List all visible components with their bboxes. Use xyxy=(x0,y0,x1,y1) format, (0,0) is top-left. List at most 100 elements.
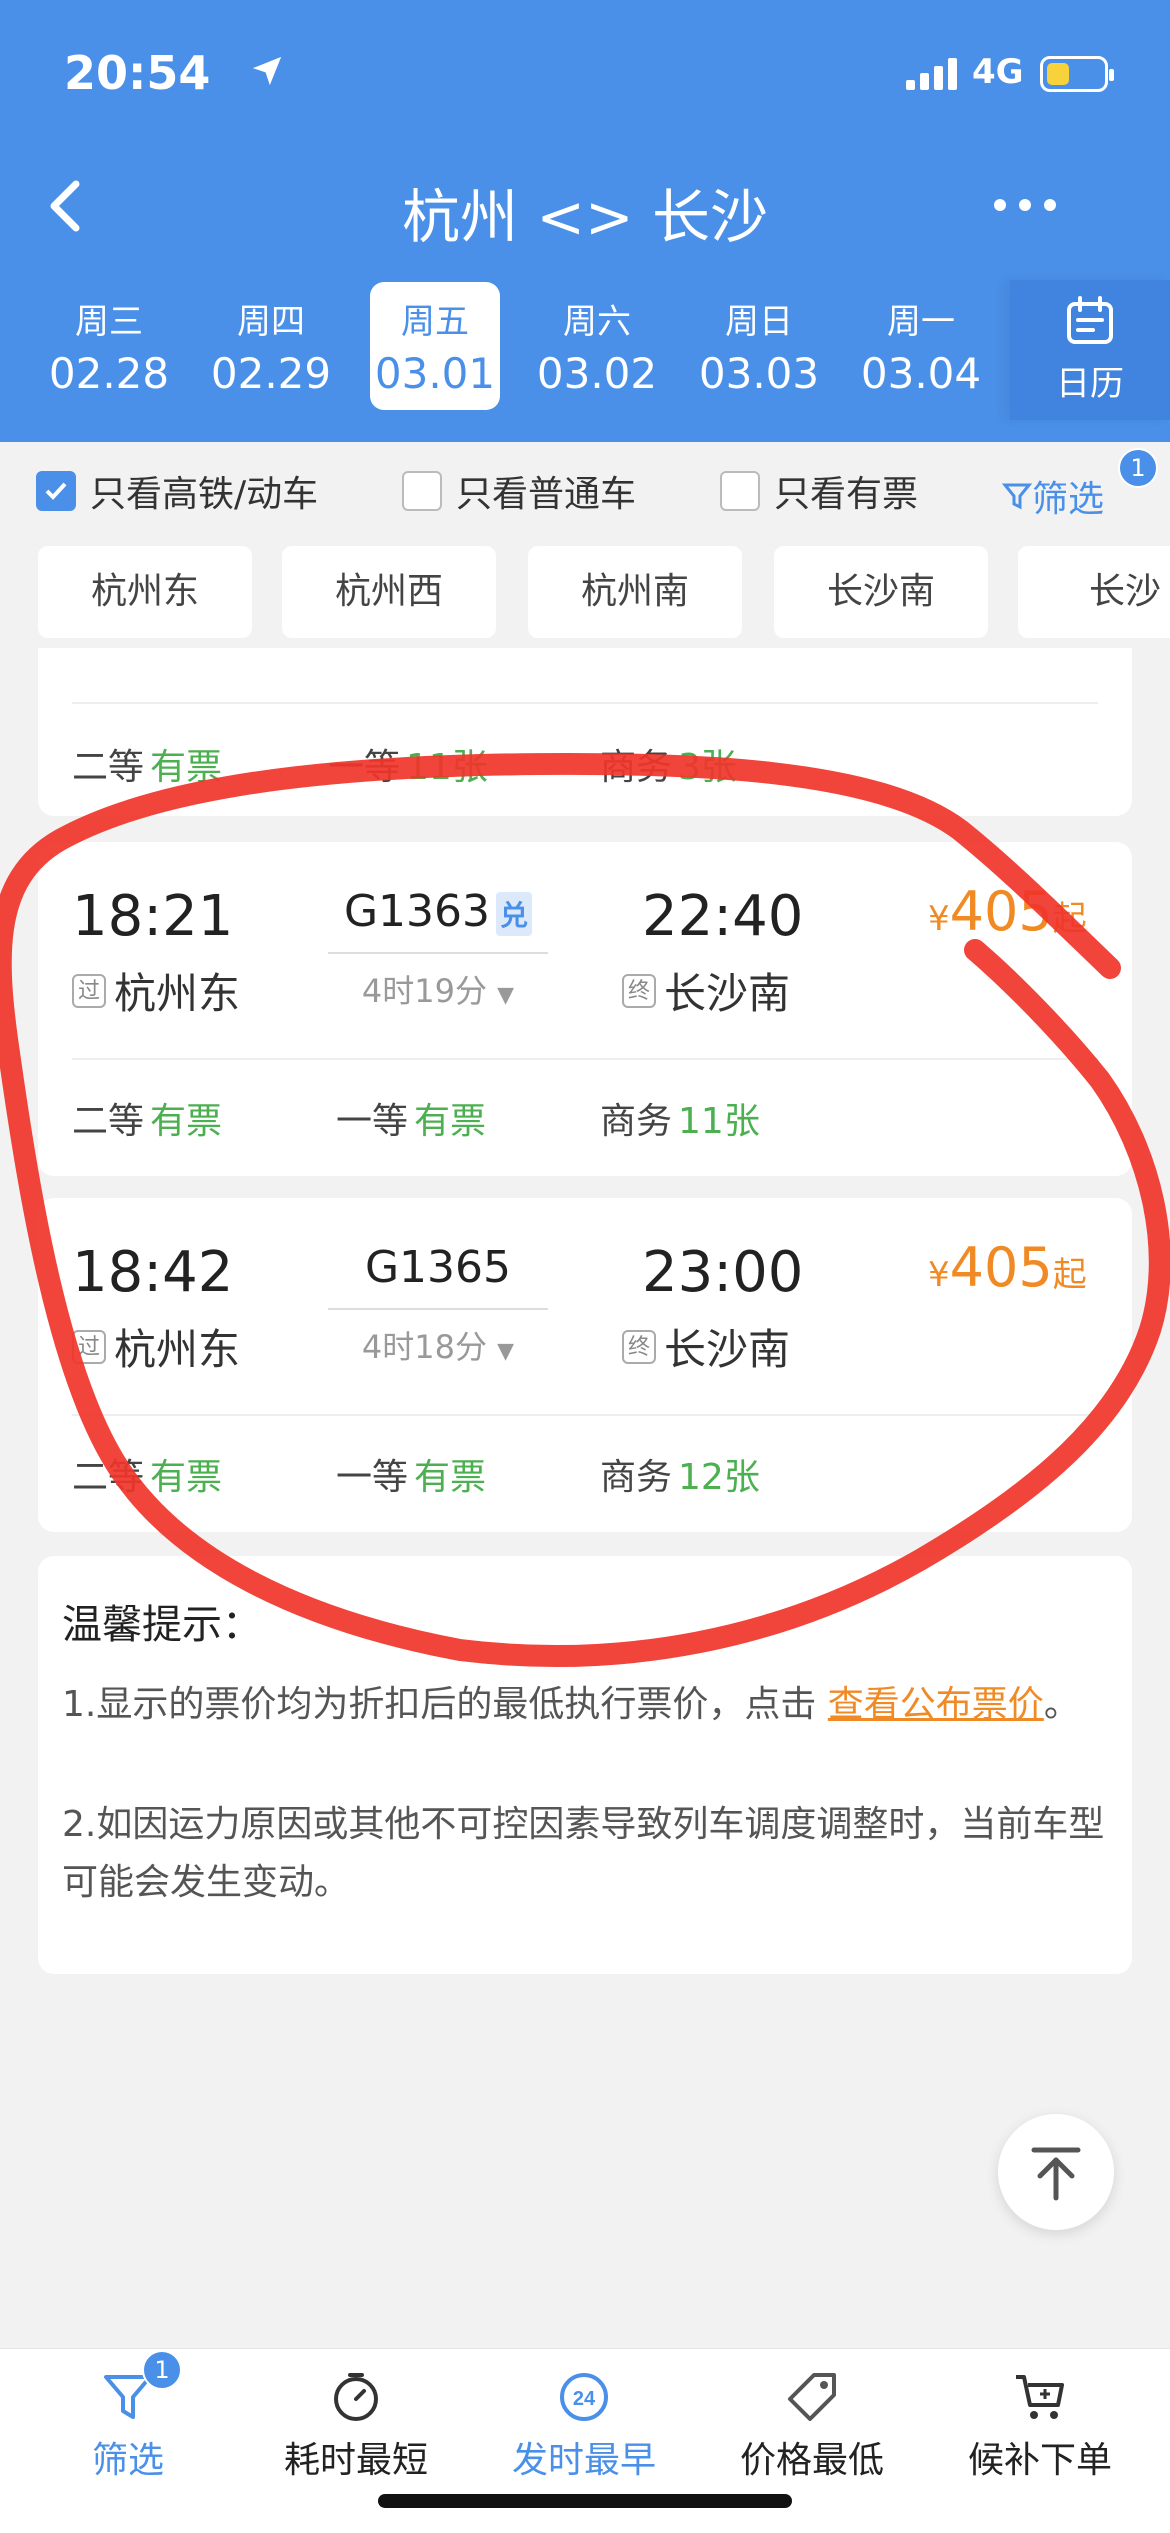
departure-station: 过杭州东 xyxy=(72,1316,240,1377)
departure-station: 过杭州东 xyxy=(72,960,240,1021)
status-bar: 20:54 4G xyxy=(0,0,1170,150)
filter-tab[interactable]: 筛选 xyxy=(28,2369,228,2483)
filter-label: 筛选 xyxy=(1032,479,1105,520)
date-value: 02.28 xyxy=(48,349,170,398)
available-only-checkbox[interactable]: 只看有票 xyxy=(720,466,918,516)
high-speed-checkbox[interactable]: 只看高铁/动车 xyxy=(36,466,318,516)
filter-button[interactable]: 筛选 xyxy=(1002,470,1104,522)
tips-line-1: 1.显示的票价均为折扣后的最低执行票价，点击 查看公布票价。 xyxy=(62,1684,1080,1725)
shortest-duration-label: 耗时最短 xyxy=(283,2440,428,2481)
high-speed-label: 只看高铁/动车 xyxy=(90,474,319,515)
lowest-price-tab[interactable]: 价格最低 xyxy=(712,2369,912,2483)
duration[interactable]: 4时19分 ▼ xyxy=(328,966,548,1012)
seat-second-class: 二等 有票 xyxy=(72,1101,223,1142)
seat-second-class: 二等 有票 xyxy=(72,747,223,788)
duration-line xyxy=(328,952,548,954)
earliest-departure-label: 发时最早 xyxy=(511,2440,656,2481)
station-chip[interactable]: 杭州东 xyxy=(38,546,252,638)
pass-through-tag: 过 xyxy=(72,973,106,1008)
date-value: 03.02 xyxy=(536,349,658,398)
pass-through-tag: 过 xyxy=(72,1329,106,1364)
price: ¥405起 xyxy=(928,1236,1087,1299)
checkbox-icon xyxy=(720,471,760,511)
date-weekday: 周一 xyxy=(887,302,955,342)
seat-business-class: 商务 3张 xyxy=(600,747,737,788)
price: ¥405起 xyxy=(928,880,1087,943)
terminal-tag: 终 xyxy=(622,1329,656,1364)
date-weekday: 周日 xyxy=(725,302,793,342)
seat-second-class: 二等 有票 xyxy=(72,1457,223,1498)
station-chip[interactable]: 长沙南 xyxy=(774,546,988,638)
card-divider xyxy=(72,1414,1098,1416)
checkbox-icon xyxy=(402,471,442,511)
filter-row: 只看高铁/动车 只看普通车 只看有票 筛选 xyxy=(0,442,1170,542)
seat-first-class: 一等 有票 xyxy=(336,1457,487,1498)
normal-train-checkbox[interactable]: 只看普通车 xyxy=(402,466,636,516)
station-chips: 杭州东 杭州西 杭州南 长沙南 长沙 xyxy=(0,546,1170,642)
arrival-station: 终长沙南 xyxy=(622,960,790,1021)
earliest-departure-tab[interactable]: 24 发时最早 xyxy=(484,2369,684,2483)
bottom-filter-count-badge: 1 xyxy=(142,2350,182,2390)
arrival-station: 终长沙南 xyxy=(622,1316,790,1377)
date-strip: 周三 02.28 周四 02.29 周五 03.01 周六 03.02 周日 03.03 … xyxy=(0,280,1170,420)
chevron-down-icon: ▼ xyxy=(497,1339,515,1364)
date-item-selected[interactable]: 周五 03.01 xyxy=(370,282,500,410)
waitlist-order-tab[interactable]: 候补下单 xyxy=(940,2369,1140,2483)
waitlist-order-label: 候补下单 xyxy=(967,2440,1112,2481)
filter-tab-label: 筛选 xyxy=(91,2440,164,2481)
date-item[interactable]: 周三 02.28 xyxy=(44,282,174,410)
location-arrow-icon xyxy=(252,56,282,86)
station-chip[interactable]: 杭州西 xyxy=(282,546,496,638)
duration-line xyxy=(328,1308,548,1310)
status-time: 20:54 xyxy=(64,46,211,100)
train-number: G1363 兑 xyxy=(328,886,548,937)
train-card-partial[interactable]: 二等 有票 一等 11张 商务 3张 xyxy=(38,648,1132,816)
signal-icon xyxy=(906,58,957,90)
tips-title: 温馨提示： xyxy=(62,1602,262,1648)
station-chip[interactable]: 长沙 xyxy=(1018,546,1170,638)
date-value: 03.03 xyxy=(698,349,820,398)
published-fare-link[interactable]: 查看公布票价 xyxy=(828,1684,1044,1725)
date-item[interactable]: 周日 03.03 xyxy=(694,282,824,410)
station-chip[interactable]: 杭州南 xyxy=(528,546,742,638)
network-type: 4G xyxy=(972,52,1024,92)
redeem-badge: 兑 xyxy=(496,892,533,936)
date-value: 03.01 xyxy=(374,349,496,398)
lowest-price-label: 价格最低 xyxy=(739,2440,884,2481)
tips-card: 温馨提示： 1.显示的票价均为折扣后的最低执行票价，点击 查看公布票价。 2.如… xyxy=(38,1556,1132,1974)
seat-first-class: 一等 有票 xyxy=(336,1101,487,1142)
date-value: 02.29 xyxy=(210,349,332,398)
train-card[interactable]: 18:42 过杭州东 G1365 4时18分 ▼ 23:00 终长沙南 ¥405… xyxy=(38,1198,1132,1532)
available-only-label: 只看有票 xyxy=(774,474,919,515)
more-icon[interactable] xyxy=(990,190,1060,220)
home-indicator xyxy=(378,2494,792,2508)
price-tag-icon xyxy=(788,2373,836,2421)
shortest-duration-tab[interactable]: 耗时最短 xyxy=(256,2369,456,2483)
calendar-label: 日历 xyxy=(1056,364,1124,404)
date-weekday: 周六 xyxy=(563,302,631,342)
filter-funnel-icon xyxy=(1002,483,1032,510)
train-number: G1365 xyxy=(364,1242,512,1293)
seat-business-class: 商务 12张 xyxy=(600,1457,760,1498)
terminal-tag: 终 xyxy=(622,973,656,1008)
seat-first-class: 一等 11张 xyxy=(328,747,488,788)
normal-train-label: 只看普通车 xyxy=(456,474,637,515)
arrival-time: 22:40 xyxy=(642,884,804,949)
date-value: 03.04 xyxy=(860,349,982,398)
date-item[interactable]: 周一 03.04 xyxy=(856,282,986,410)
departure-time: 18:42 xyxy=(72,1240,234,1305)
date-weekday: 周三 xyxy=(75,302,143,342)
header: 20:54 4G 杭州 <> 长沙 周三 02.28 周四 02.29 周五 03.0… xyxy=(0,0,1170,442)
date-item[interactable]: 周六 03.02 xyxy=(532,282,662,410)
tips-line-2: 2.如因运力原因或其他不可控因素导致列车调度调整时，当前车型可能会发生变动。 xyxy=(62,1804,1105,1903)
seat-business-class: 商务 11张 xyxy=(600,1101,760,1142)
duration[interactable]: 4时18分 ▼ xyxy=(328,1322,548,1368)
chevron-down-icon: ▼ xyxy=(497,983,515,1008)
date-item[interactable]: 周四 02.29 xyxy=(206,282,336,410)
card-divider xyxy=(72,702,1098,704)
train-card[interactable]: 18:21 过杭州东 G1363 兑 4时19分 ▼ 22:40 终长沙南 ¥40… xyxy=(38,842,1132,1176)
arrow-up-icon xyxy=(1031,2147,1081,2201)
back-to-top-button[interactable] xyxy=(998,2114,1114,2230)
departure-time: 18:21 xyxy=(72,884,234,949)
calendar-button[interactable]: 日历 xyxy=(1010,280,1170,420)
